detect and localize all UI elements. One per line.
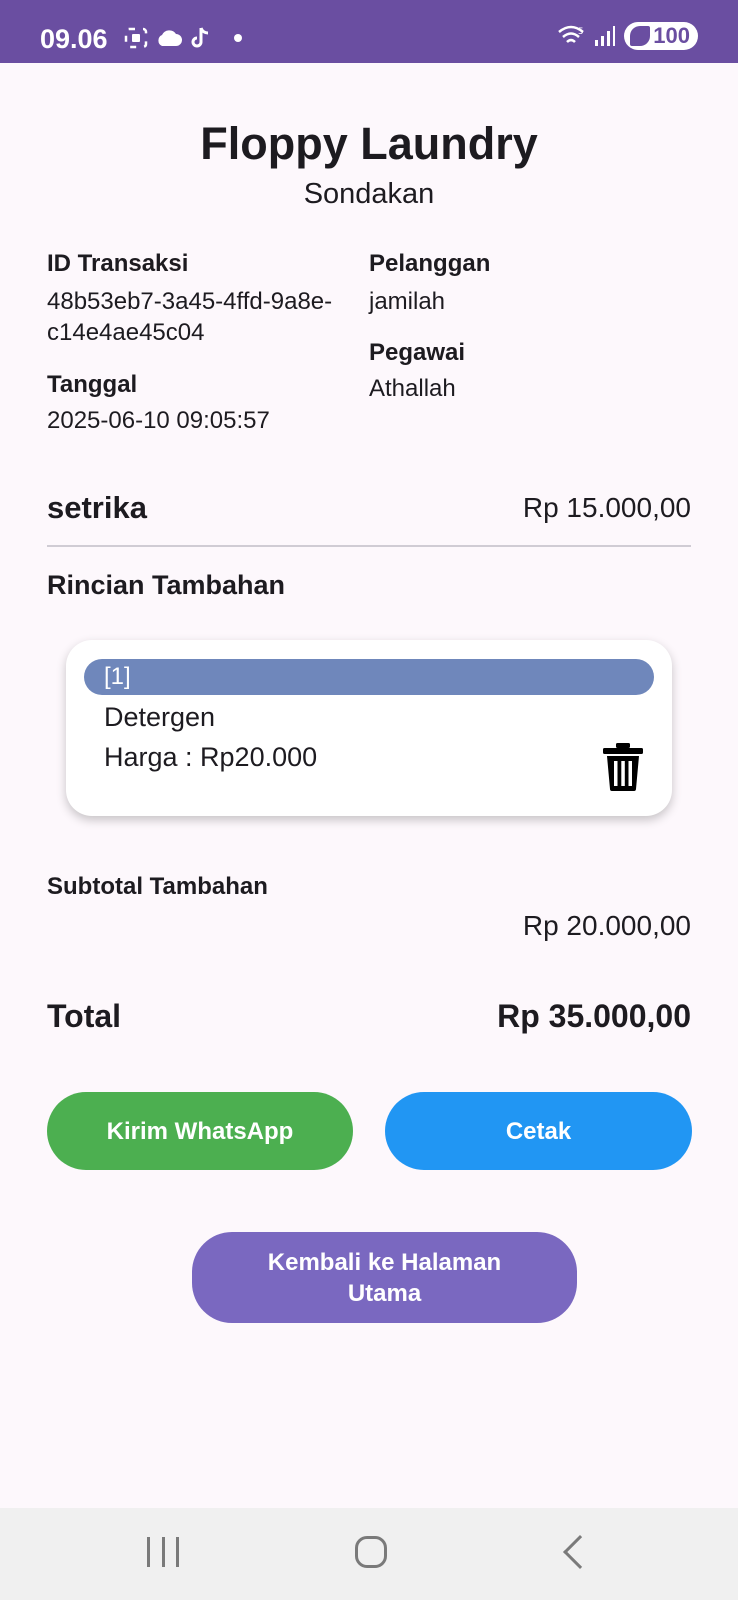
system-indicators: 5 100 bbox=[556, 22, 698, 50]
store-name: Floppy Laundry bbox=[200, 118, 538, 169]
employee-label: Pegawai bbox=[369, 339, 466, 366]
network-type-label: 5 bbox=[578, 27, 584, 37]
screenshot-icon bbox=[124, 27, 148, 49]
transaction-id-label: ID Transaksi bbox=[47, 250, 189, 277]
signal-icon bbox=[595, 26, 616, 46]
extra-item-name: Detergen bbox=[104, 702, 216, 732]
delete-icon[interactable] bbox=[601, 742, 645, 792]
subtotal-label: Subtotal Tambahan bbox=[47, 873, 268, 900]
home-icon[interactable] bbox=[355, 1536, 387, 1568]
navigation-bar bbox=[0, 1508, 738, 1600]
total-value: Rp 35.000,00 bbox=[497, 998, 691, 1034]
extras-heading: Rincian Tambahan bbox=[47, 570, 286, 600]
transaction-id-line1: 48b53eb7-3a45-4ffd-9a8e- bbox=[47, 288, 333, 315]
subtotal-value: Rp 20.000,00 bbox=[522, 910, 691, 941]
print-button[interactable]: Cetak bbox=[385, 1092, 692, 1170]
customer-label: Pelanggan bbox=[369, 250, 491, 277]
status-time: 09.06 bbox=[40, 24, 108, 54]
back-to-home-button[interactable]: Kembali ke Halaman Utama bbox=[192, 1232, 577, 1323]
back-icon[interactable] bbox=[563, 1535, 597, 1569]
date-value: 2025-06-10 09:05:57 bbox=[47, 407, 270, 434]
total-label: Total bbox=[47, 998, 122, 1034]
tiktok-icon bbox=[191, 27, 209, 48]
status-bar: 09.06 5 100 bbox=[0, 0, 738, 63]
extra-item-card: [1] Detergen Harga : Rp20.000 bbox=[66, 640, 672, 816]
wifi-icon: 5 bbox=[558, 25, 585, 43]
send-whatsapp-button[interactable]: Kirim WhatsApp bbox=[47, 1092, 353, 1170]
battery-indicator: 100 bbox=[624, 22, 698, 50]
date-label: Tanggal bbox=[47, 371, 138, 398]
service-price: Rp 15.000,00 bbox=[522, 492, 691, 523]
divider bbox=[47, 545, 691, 547]
service-name: setrika bbox=[47, 490, 147, 525]
recent-apps-icon[interactable] bbox=[147, 1537, 179, 1567]
extra-item-price: Harga : Rp20.000 bbox=[104, 742, 318, 772]
battery-level: 100 bbox=[653, 23, 690, 48]
extra-item-index: [1] bbox=[84, 659, 654, 695]
notification-icons bbox=[124, 26, 242, 50]
cloud-icon bbox=[158, 30, 182, 46]
employee-value: Athallah bbox=[369, 375, 456, 402]
more-notifications-dot bbox=[234, 34, 242, 42]
power-saving-icon bbox=[630, 26, 651, 46]
customer-value: jamilah bbox=[369, 288, 446, 315]
store-branch: Sondakan bbox=[303, 178, 435, 210]
transaction-id-line2: c14e4ae45c04 bbox=[47, 319, 205, 346]
